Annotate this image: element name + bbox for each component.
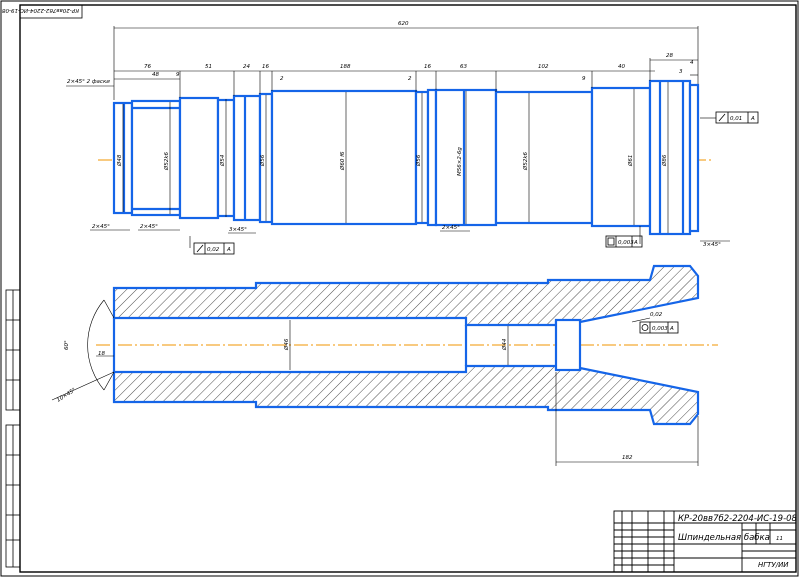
shaft-outline — [112, 79, 700, 236]
dim-d8: 188 — [340, 64, 351, 70]
svg-text:А: А — [669, 326, 674, 332]
svg-text:А: А — [226, 247, 231, 253]
dia-4: Ø56 — [259, 154, 266, 167]
tolerance-frame-cyl: 0,003 А — [605, 226, 643, 248]
section-d-left: 18 — [98, 351, 105, 357]
svg-text:0,003: 0,003 — [618, 240, 634, 246]
dim-d16: 4 — [690, 60, 694, 66]
svg-text:0,003: 0,003 — [652, 326, 668, 332]
tolerance-frame-bottom: 0,02 А — [189, 236, 235, 255]
dia-3: Ø54 — [219, 154, 226, 167]
dim-d2: 48 — [152, 72, 159, 78]
dia-2: Ø52k6 — [163, 151, 170, 171]
section-bore: Ø46 — [283, 338, 290, 351]
dim-d10: 16 — [424, 64, 431, 70]
dim-d13: 9 — [582, 76, 586, 82]
dim-d17: 3 — [679, 69, 683, 75]
note-chamfer-a: 2×45° — [92, 224, 110, 230]
code-stamp-text: КР-20вв7б2-2204-ИС-19-08 — [2, 7, 79, 13]
dim-overall: 620 — [398, 21, 409, 27]
svg-text:0,01: 0,01 — [730, 116, 742, 122]
title-sheet: 11 — [776, 536, 783, 542]
dim-d11: 63 — [460, 64, 467, 70]
dim-d4: 51 — [205, 64, 212, 70]
dim-d15: 28 — [666, 53, 673, 59]
note-chamfer-b: 2×45° — [140, 224, 158, 230]
dim-d9: 2 — [408, 76, 412, 82]
dim-d7: 2 — [280, 76, 284, 82]
note-left-thread: 2×45° 2 фаски — [67, 79, 110, 85]
dia-10: Ø86 — [661, 154, 668, 167]
dim-d5: 24 — [243, 64, 250, 70]
dim-d1: 76 — [144, 64, 151, 70]
section-length: 182 — [622, 455, 633, 461]
title-organization: НГТУ/ИИ — [758, 561, 789, 569]
section-bore2: Ø44 — [501, 338, 508, 351]
svg-text:А: А — [633, 240, 638, 246]
tolerance-frame-right: 0,01 А — [715, 111, 759, 124]
section-left-note: 10×45° — [56, 387, 78, 404]
left-margin-table — [5, 289, 21, 568]
dia-7: M56×2-6g — [457, 147, 463, 176]
note-chamfer-d: 2×45° — [442, 225, 460, 231]
section-tolerance: 0,02 0,003 А — [639, 312, 679, 334]
dia-9: Ø61 — [627, 155, 634, 167]
dim-d12: 102 — [538, 64, 549, 70]
svg-text:А: А — [750, 116, 755, 122]
dia-1: Ø48 — [116, 154, 123, 167]
svg-text:0,02: 0,02 — [650, 312, 663, 318]
svg-text:0,02: 0,02 — [207, 247, 220, 253]
dia-6: Ø56 — [415, 154, 422, 167]
dim-d3: 9 — [176, 72, 180, 78]
section-angle: 60° — [64, 340, 70, 350]
dia-5: Ø60 f6 — [339, 151, 346, 171]
dia-8: Ø52k6 — [522, 151, 529, 171]
engineering-drawing: КР-20вв7б2-2204-ИС-19-08 620 76 48 9 51 … — [0, 0, 799, 577]
title-part-name: Шпиндельная бабка — [678, 533, 770, 543]
dim-d6: 16 — [262, 64, 269, 70]
title-designation: КР-20вв7б2-2204-ИС-19-08 — [678, 514, 798, 524]
note-chamfer-e: 3×45° — [703, 242, 721, 248]
note-chamfer-c: 3×45° — [229, 227, 247, 233]
dim-d14: 40 — [618, 64, 625, 70]
